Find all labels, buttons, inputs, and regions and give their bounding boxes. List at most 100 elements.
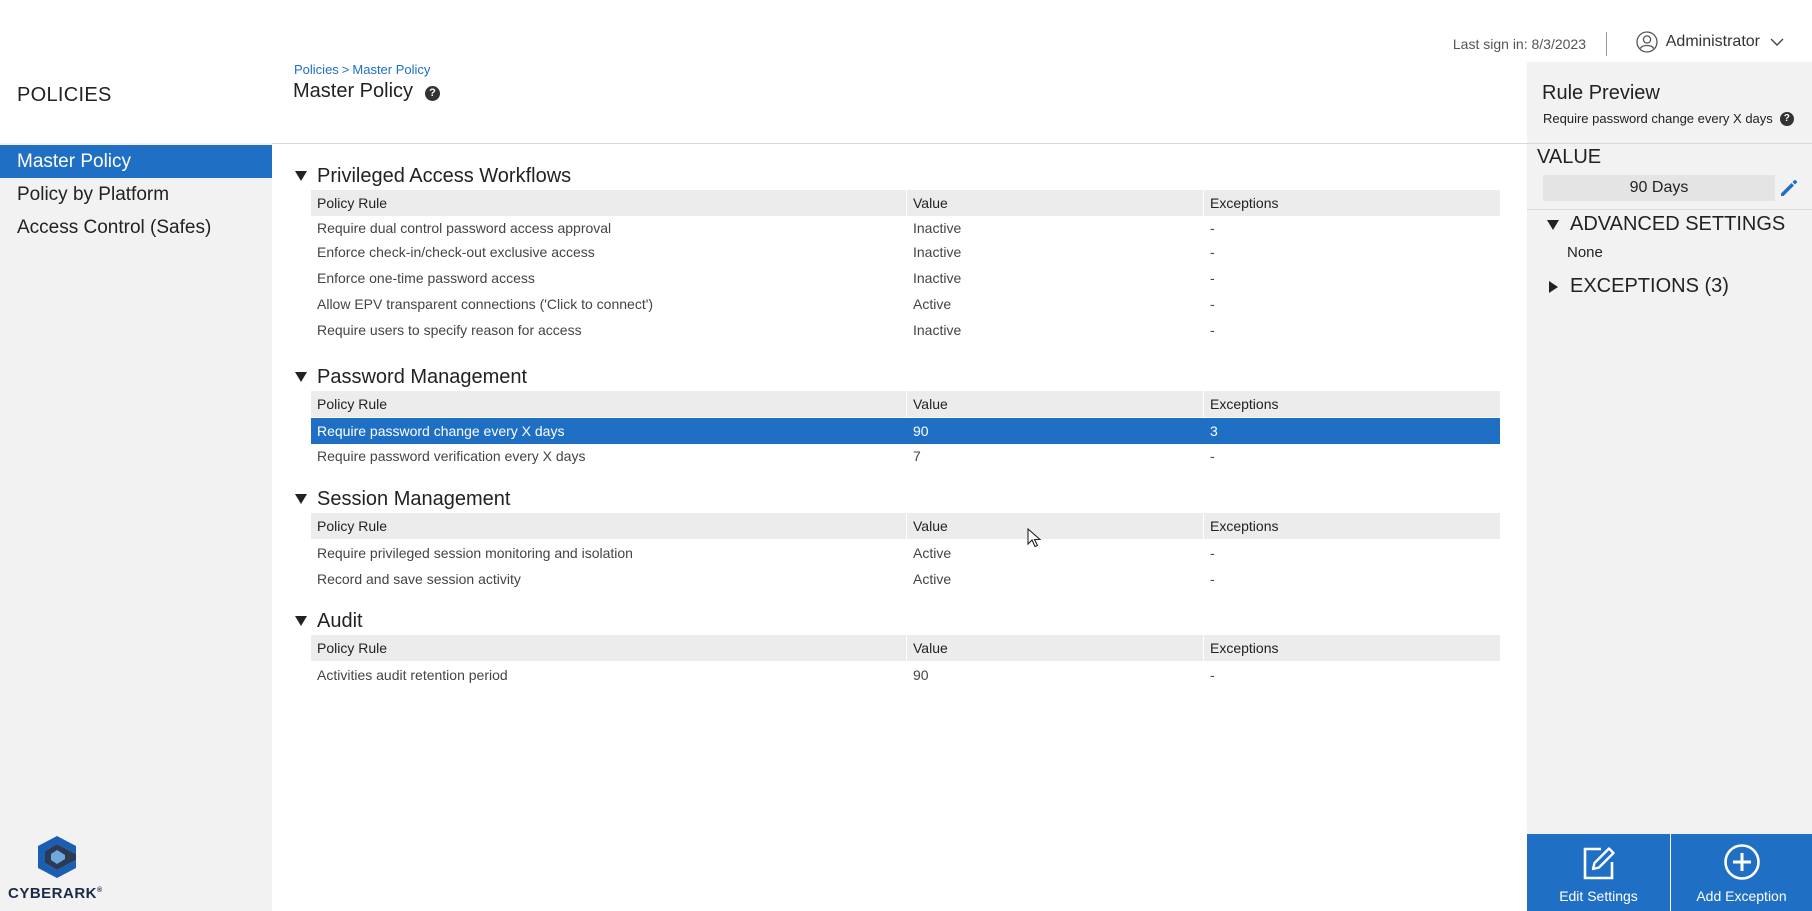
collapse-triangle-icon: [295, 171, 307, 181]
user-icon: [1636, 31, 1658, 53]
table-header-row: Policy Rule Value Exceptions: [311, 391, 1500, 417]
cell-exceptions: -: [1210, 322, 1215, 338]
edit-settings-button[interactable]: Edit Settings: [1527, 834, 1671, 911]
table-row[interactable]: Enforce one-time password access Inactiv…: [311, 265, 1500, 291]
cell-value: Active: [913, 296, 952, 312]
column-header-exceptions[interactable]: Exceptions: [1203, 391, 1500, 417]
table-row[interactable]: Allow EPV transparent connections ('Clic…: [311, 291, 1500, 317]
column-header-policy-rule[interactable]: Policy Rule: [311, 513, 906, 539]
cell-rule: Activities audit retention period: [317, 667, 508, 683]
column-header-exceptions[interactable]: Exceptions: [1203, 190, 1500, 216]
table-row[interactable]: Require users to specify reason for acce…: [311, 317, 1500, 343]
section-title: Password Management: [317, 365, 528, 388]
column-header-value[interactable]: Value: [906, 635, 1203, 661]
cell-exceptions: -: [1210, 667, 1215, 683]
table-row[interactable]: Record and save session activity Active …: [311, 567, 1500, 591]
column-header-policy-rule[interactable]: Policy Rule: [311, 635, 906, 661]
breadcrumb-current[interactable]: Master Policy: [352, 62, 430, 77]
cell-value: Active: [913, 545, 952, 561]
rules-table: Policy Rule Value Exceptions Activities …: [311, 635, 1500, 689]
user-name: Administrator: [1665, 33, 1760, 50]
page-title: Master Policy: [293, 80, 414, 102]
rules-table: Policy Rule Value Exceptions Require pri…: [311, 513, 1500, 591]
table-row[interactable]: Enforce check-in/check-out exclusive acc…: [311, 239, 1500, 265]
section-header[interactable]: Audit: [294, 607, 1522, 635]
exceptions-label: EXCEPTIONS (3): [1570, 275, 1729, 297]
table-row[interactable]: Require password verification every X da…: [311, 444, 1500, 468]
value-label: VALUE: [1537, 146, 1602, 168]
section-audit: Audit Policy Rule Value Exceptions Activ…: [294, 607, 1522, 689]
table-header-row: Policy Rule Value Exceptions: [311, 635, 1500, 661]
edit-icon: [1583, 847, 1615, 880]
sidebar-item-access-control[interactable]: Access Control (Safes): [0, 211, 272, 244]
sidebar: POLICIES Master Policy Policy by Platfor…: [0, 0, 272, 911]
column-header-value[interactable]: Value: [906, 391, 1203, 417]
advanced-settings-label: ADVANCED SETTINGS: [1570, 213, 1786, 235]
add-exception-label: Add Exception: [1696, 888, 1787, 904]
table-row[interactable]: Require dual control password access app…: [311, 216, 1500, 239]
user-menu[interactable]: Administrator: [1636, 31, 1784, 53]
cell-exceptions: -: [1210, 270, 1215, 286]
cell-exceptions: -: [1210, 219, 1215, 236]
rules-table: Policy Rule Value Exceptions Require dua…: [311, 190, 1500, 343]
advanced-settings-toggle[interactable]: ADVANCED SETTINGS: [1547, 213, 1785, 236]
cell-exceptions: -: [1210, 545, 1215, 561]
section-title: Audit: [317, 609, 363, 632]
section-password-management: Password Management Policy Rule Value Ex…: [294, 363, 1522, 468]
section-session-management: Session Management Policy Rule Value Exc…: [294, 485, 1522, 591]
cell-value: Inactive: [913, 219, 962, 236]
table-row-selected[interactable]: Require password change every X days 90 …: [311, 418, 1500, 444]
cell-value: Inactive: [913, 322, 962, 338]
policy-rules-area: Privileged Access Workflows Policy Rule …: [272, 144, 1527, 911]
column-header-policy-rule[interactable]: Policy Rule: [311, 190, 906, 216]
exceptions-toggle[interactable]: EXCEPTIONS (3): [1547, 275, 1729, 298]
section-privileged-access-workflows: Privileged Access Workflows Policy Rule …: [294, 162, 1522, 343]
column-header-exceptions[interactable]: Exceptions: [1203, 513, 1500, 539]
cell-exceptions: -: [1210, 244, 1215, 260]
edit-settings-label: Edit Settings: [1559, 888, 1638, 904]
cell-rule: Require privileged session monitoring an…: [317, 545, 633, 561]
rule-preview-title: Rule Preview: [1542, 82, 1660, 104]
section-header[interactable]: Session Management: [294, 485, 1522, 513]
cell-value: Inactive: [913, 244, 962, 260]
sidebar-item-master-policy[interactable]: Master Policy: [0, 145, 272, 178]
sidebar-item-policy-by-platform[interactable]: Policy by Platform: [0, 178, 272, 211]
table-header-row: Policy Rule Value Exceptions: [311, 190, 1500, 216]
cell-value: 7: [913, 448, 921, 464]
page-title-row: Master Policy ?: [293, 80, 441, 103]
mouse-cursor-icon: [1027, 528, 1041, 548]
collapse-triangle-icon: [1547, 219, 1559, 230]
header-divider: [1606, 32, 1607, 56]
cell-exceptions: -: [1210, 448, 1215, 464]
action-bar: Edit Settings Add Exception: [1527, 834, 1812, 911]
rule-preview-subtitle: Require password change every X days: [1543, 111, 1773, 126]
collapse-triangle-icon: [295, 494, 307, 504]
column-header-policy-rule[interactable]: Policy Rule: [311, 391, 906, 417]
cell-rule: Require password verification every X da…: [317, 448, 586, 464]
cell-rule: Enforce check-in/check-out exclusive acc…: [317, 244, 595, 260]
cell-exceptions: -: [1210, 571, 1215, 587]
cell-exceptions: -: [1210, 296, 1215, 312]
cell-rule: Require users to specify reason for acce…: [317, 322, 582, 338]
help-icon[interactable]: ?: [1779, 111, 1794, 126]
breadcrumb-separator: >: [341, 62, 350, 77]
table-header-row: Policy Rule Value Exceptions: [311, 513, 1500, 539]
column-header-value[interactable]: Value: [906, 513, 1203, 539]
column-header-exceptions[interactable]: Exceptions: [1203, 635, 1500, 661]
help-icon[interactable]: ?: [425, 86, 441, 101]
section-header[interactable]: Password Management: [294, 363, 1522, 391]
cyberark-logo: CYBERARK®: [6, 834, 116, 904]
table-row[interactable]: Activities audit retention period 90 -: [311, 661, 1500, 689]
cell-value: 90: [913, 667, 929, 683]
table-row[interactable]: Require privileged session monitoring an…: [311, 539, 1500, 567]
sidebar-nav: Master Policy Policy by Platform Access …: [0, 145, 272, 244]
add-exception-button[interactable]: Add Exception: [1671, 834, 1812, 911]
advanced-settings-value: None: [1567, 244, 1603, 261]
plus-circle-icon: [1723, 844, 1760, 880]
section-header[interactable]: Privileged Access Workflows: [294, 162, 1522, 190]
cell-exceptions: 3: [1210, 423, 1218, 439]
column-header-value[interactable]: Value: [906, 190, 1203, 216]
pencil-icon[interactable]: [1777, 176, 1801, 200]
cell-rule: Enforce one-time password access: [317, 270, 535, 286]
breadcrumb-policies-link[interactable]: Policies: [294, 62, 339, 77]
